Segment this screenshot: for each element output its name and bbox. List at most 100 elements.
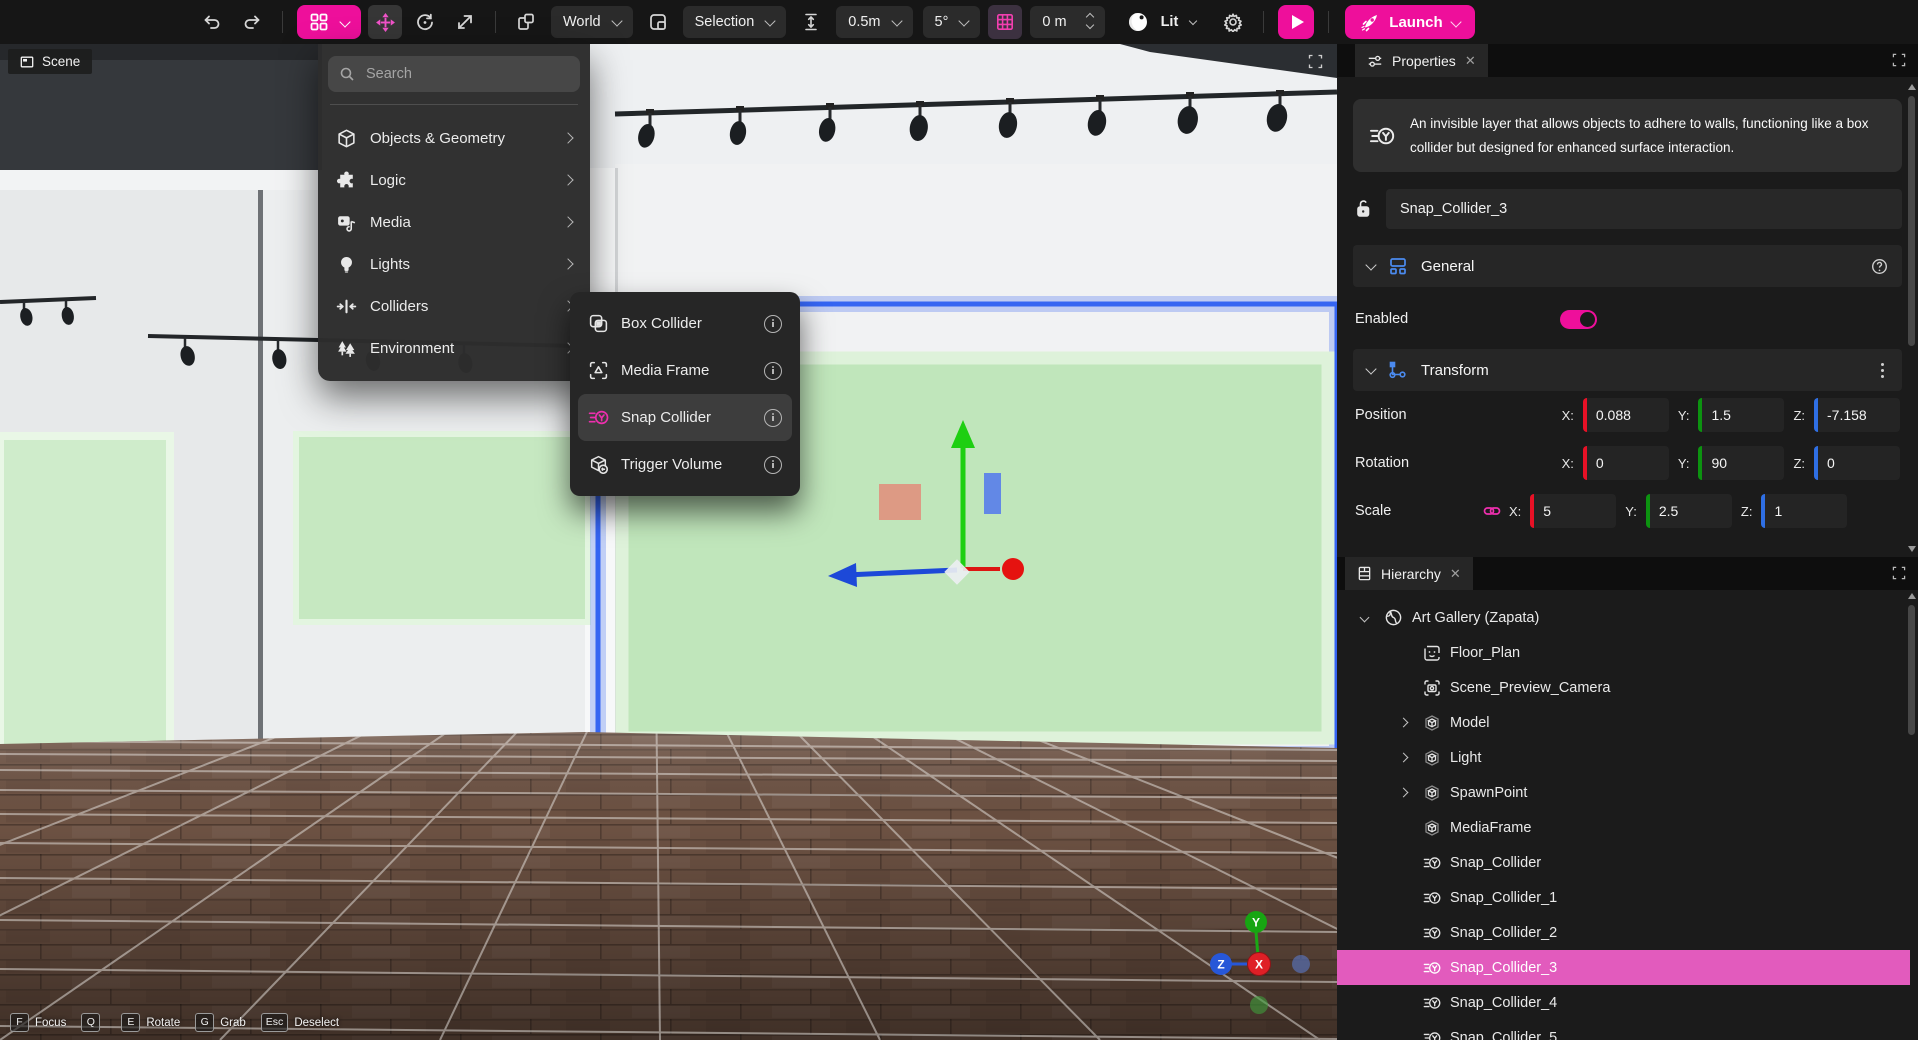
scene-tab[interactable]: Scene xyxy=(8,49,92,74)
rotate-tool-button[interactable] xyxy=(408,5,442,39)
tree-item[interactable]: Snap_Collider_5 xyxy=(1337,1020,1910,1040)
submenu-item-snap-collider[interactable]: Snap Collider xyxy=(578,394,792,441)
expander-down-icon[interactable] xyxy=(1359,613,1369,623)
tree-item[interactable]: SpawnPoint xyxy=(1337,775,1910,810)
panel-expand-icon[interactable] xyxy=(1892,53,1906,67)
help-icon[interactable] xyxy=(1871,258,1888,275)
menu-item-objects-geometry[interactable]: Objects & Geometry xyxy=(328,117,580,159)
hierarchy-scrollbar[interactable] xyxy=(1907,593,1916,1003)
info-icon[interactable] xyxy=(764,362,782,380)
tree-item[interactable]: Floor_Plan xyxy=(1337,635,1910,670)
entity-name-input[interactable]: Snap_Collider_3 xyxy=(1386,189,1902,229)
tab-properties[interactable]: Properties ✕ xyxy=(1355,44,1488,77)
step-down-icon[interactable] xyxy=(1085,20,1093,28)
media-frame-icon xyxy=(588,360,609,381)
search-input[interactable] xyxy=(364,65,569,83)
tree-item[interactable]: MediaFrame xyxy=(1337,810,1910,845)
tree-item[interactable]: Snap_Collider_1 xyxy=(1337,880,1910,915)
menu-item-media[interactable]: Media xyxy=(328,201,580,243)
position-y-field[interactable]: 1.5 xyxy=(1698,398,1784,432)
scroll-down-icon[interactable] xyxy=(1908,546,1916,552)
viewport-expand-icon[interactable] xyxy=(1308,54,1323,69)
tree-item-root[interactable]: Art Gallery (Zapata) xyxy=(1337,600,1910,635)
submenu-item-box-collider[interactable]: Box Collider xyxy=(578,300,792,347)
transform-space-dropdown[interactable]: World xyxy=(551,6,633,38)
lock-open-icon[interactable] xyxy=(1353,198,1373,220)
scale-tool-button[interactable] xyxy=(448,5,482,39)
selection-mode-dropdown[interactable]: Selection xyxy=(683,6,787,38)
gizmo-plane-handle-blue[interactable] xyxy=(984,473,1001,514)
play-button[interactable] xyxy=(1278,5,1314,39)
scroll-up-icon[interactable] xyxy=(1908,593,1916,599)
grid-snap-icon xyxy=(995,12,1015,32)
elevation-snap-button[interactable] xyxy=(794,5,828,39)
chevron-down-icon xyxy=(891,15,902,26)
submenu-item-media-frame[interactable]: Media Frame xyxy=(578,347,792,394)
tree-item[interactable]: Light xyxy=(1337,740,1910,775)
tree-item[interactable]: Snap_Collider_2 xyxy=(1337,915,1910,950)
rotation-x-field[interactable]: 0 xyxy=(1583,446,1669,480)
3d-viewport[interactable]: Y Z X Scene FFocus Q ERotate GGrab EscDe… xyxy=(0,44,1337,1040)
gizmo-plane-handle[interactable] xyxy=(879,484,921,520)
asset-library-button[interactable] xyxy=(297,5,361,39)
launch-button[interactable]: Launch xyxy=(1345,5,1474,39)
panel-expand-icon[interactable] xyxy=(1892,566,1906,580)
rotation-z-field[interactable]: 0 xyxy=(1814,446,1900,480)
scale-y-field[interactable]: 2.5 xyxy=(1646,494,1732,528)
settings-button[interactable] xyxy=(1216,5,1250,39)
pivot-mode-button[interactable] xyxy=(509,5,543,39)
tree-item-selected[interactable]: Snap_Collider_3 xyxy=(1337,950,1910,985)
scroll-up-icon[interactable] xyxy=(1908,84,1916,90)
hierarchy-icon xyxy=(1357,566,1372,581)
shortcut-label: Deselect xyxy=(294,1017,339,1029)
transform-section-header[interactable]: Transform xyxy=(1353,349,1902,391)
general-section-header[interactable]: General xyxy=(1353,245,1902,287)
search-box[interactable] xyxy=(328,56,580,92)
scale-z-field[interactable]: 1 xyxy=(1761,494,1847,528)
position-x-field[interactable]: 0.088 xyxy=(1583,398,1669,432)
tree-item[interactable]: Snap_Collider xyxy=(1337,845,1910,880)
info-icon[interactable] xyxy=(764,315,782,333)
close-icon[interactable]: ✕ xyxy=(1465,54,1476,67)
expander-right-icon[interactable] xyxy=(1398,718,1408,728)
grid-snap-button[interactable] xyxy=(988,5,1022,39)
tree-item[interactable]: Snap_Collider_4 xyxy=(1337,985,1910,1020)
scale-x-field[interactable]: 5 xyxy=(1530,494,1616,528)
submenu-item-trigger-volume[interactable]: Trigger Volume xyxy=(578,441,792,488)
close-icon[interactable]: ✕ xyxy=(1450,567,1461,580)
position-z-field[interactable]: -7.158 xyxy=(1814,398,1900,432)
media-icon xyxy=(336,212,357,233)
undo-icon xyxy=(202,12,222,32)
info-icon[interactable] xyxy=(764,409,782,427)
menu-item-logic[interactable]: Logic xyxy=(328,159,580,201)
properties-scrollbar[interactable] xyxy=(1907,84,1916,554)
expander-right-icon[interactable] xyxy=(1398,753,1408,763)
redo-button[interactable] xyxy=(235,5,269,39)
menu-item-environment[interactable]: Environment xyxy=(328,327,580,369)
elevation-stepper[interactable]: 0 m xyxy=(1030,6,1104,38)
menu-divider xyxy=(330,104,578,105)
undo-button[interactable] xyxy=(195,5,229,39)
move-tool-button[interactable] xyxy=(368,5,402,39)
menu-item-colliders[interactable]: Colliders xyxy=(328,285,580,327)
lit-sphere-icon xyxy=(1127,11,1149,33)
tree-item[interactable]: Model xyxy=(1337,705,1910,740)
kebab-menu-icon[interactable] xyxy=(1881,369,1884,372)
selection-pivot-button[interactable] xyxy=(641,5,675,39)
sliders-icon xyxy=(1367,53,1383,69)
info-icon[interactable] xyxy=(764,456,782,474)
chevron-down-icon xyxy=(1365,364,1376,375)
menu-item-lights[interactable]: Lights xyxy=(328,243,580,285)
tab-hierarchy[interactable]: Hierarchy ✕ xyxy=(1345,557,1473,590)
position-row: Position X: 0.088 Y: 1.5 Z: -7.158 xyxy=(1353,391,1902,439)
rotation-y-field[interactable]: 90 xyxy=(1698,446,1784,480)
tree-item[interactable]: Scene_Preview_Camera xyxy=(1337,670,1910,705)
name-row: Snap_Collider_3 xyxy=(1353,189,1902,229)
rotate-snap-dropdown[interactable]: 5° xyxy=(923,6,981,38)
move-snap-dropdown[interactable]: 0.5m xyxy=(836,6,912,38)
render-mode-dropdown[interactable]: Lit xyxy=(1115,6,1209,38)
link-scale-icon[interactable] xyxy=(1483,502,1501,520)
hierarchy-panel: Hierarchy ✕ Art Gallery (Zapata) xyxy=(1337,557,1918,1007)
enabled-toggle[interactable] xyxy=(1560,310,1597,329)
expander-right-icon[interactable] xyxy=(1398,788,1408,798)
